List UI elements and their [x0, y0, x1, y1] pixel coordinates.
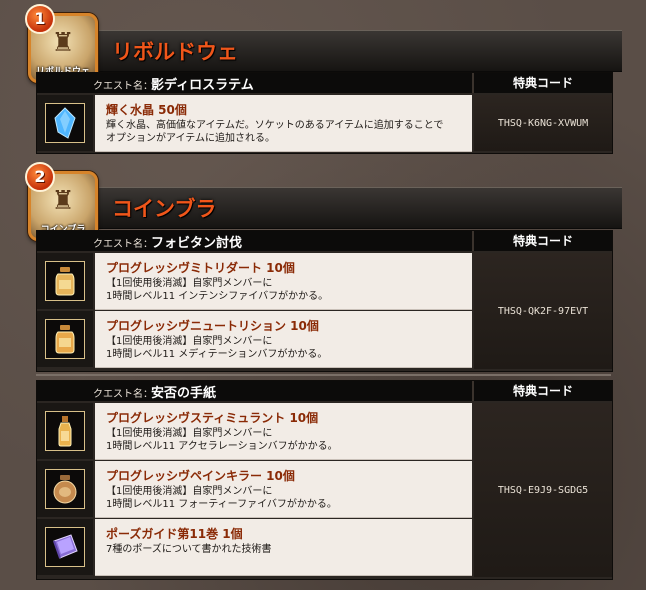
item-name: 輝く水晶 50個 — [106, 103, 187, 117]
coupon-code[interactable]: THSQ-QK2F-97EVT — [474, 253, 612, 369]
quest-table-1: クエスト名： 影ディロスラテム 特典コード 輝く水晶 50個 輝く水晶、高価値な… — [36, 72, 613, 154]
coupon-code[interactable]: THSQ-E9J9-SGDG5 — [474, 403, 612, 577]
divider — [36, 374, 611, 376]
code-header: 特典コード — [474, 231, 612, 251]
item-desc: 【1回使用後消滅】自家門メンバーに 1時間レベル11 アクセラレーションバフがか… — [106, 428, 338, 452]
item-name: プログレッシヴスティミュラント 10個 — [106, 411, 319, 425]
item-name: プログレッシヴニュートリション 10個 — [106, 319, 319, 333]
quest-header: クエスト名： 安否の手紙 — [37, 381, 474, 401]
quest-label: クエスト名： — [93, 389, 153, 400]
quest-table-3: クエスト名： 安否の手紙 特典コード プログレッシヴスティミュラント 10個 【… — [36, 380, 613, 580]
item-desc: 7種のポーズについて書かれた技術書 — [106, 544, 272, 555]
item-name: ポーズガイド第11巻 1個 — [106, 527, 243, 541]
item-row: プログレッシヴミトリダート 10個 【1回使用後消滅】自家門メンバーに 1時間レ… — [37, 253, 472, 310]
item-desc: 【1回使用後消滅】自家門メンバーに 1時間レベル11 メディテーションバフがかか… — [106, 336, 328, 360]
quest-header: クエスト名： フォビタン討伐 — [37, 231, 474, 251]
quest-label: クエスト名： — [93, 81, 153, 92]
quest-header: クエスト名： 影ディロスラテム — [37, 73, 474, 93]
item-name: プログレッシヴペインキラー 10個 — [106, 469, 295, 483]
potion-jar-icon — [45, 319, 85, 359]
castle-icon: ♜ — [51, 28, 75, 58]
section-banner-2: コインブラ — [30, 187, 622, 229]
quest-name: フォビタン討伐 — [151, 236, 243, 251]
item-row: プログレッシヴニュートリション 10個 【1回使用後消滅】自家門メンバーに 1時… — [37, 311, 472, 368]
crystal-icon — [45, 103, 85, 143]
potion-jar-icon — [45, 469, 85, 509]
code-header: 特典コード — [474, 73, 612, 93]
book-icon — [45, 527, 85, 567]
item-row: ポーズガイド第11巻 1個 7種のポーズについて書かれた技術書 — [37, 519, 472, 576]
quest-name: 安否の手紙 — [151, 386, 217, 401]
item-row: プログレッシヴペインキラー 10個 【1回使用後消滅】自家門メンバーに 1時間レ… — [37, 461, 472, 518]
castle-icon: ♜ — [51, 186, 75, 216]
item-row: 輝く水晶 50個 輝く水晶、高価値なアイテムだ。ソケットのあるアイテムに追加する… — [37, 95, 472, 152]
quest-label: クエスト名： — [93, 239, 153, 250]
item-desc: 【1回使用後消滅】自家門メンバーに 1時間レベル11 インテンシファイバフがかか… — [106, 278, 329, 302]
section-title: リボルドウェ — [112, 40, 238, 64]
quest-name: 影ディロスラテム — [151, 78, 254, 93]
potion-bottle-icon — [45, 411, 85, 451]
code-header: 特典コード — [474, 381, 612, 401]
item-row: プログレッシヴスティミュラント 10個 【1回使用後消滅】自家門メンバーに 1時… — [37, 403, 472, 460]
item-desc: 【1回使用後消滅】自家門メンバーに 1時間レベル11 フォーティーファイバフがか… — [106, 486, 337, 510]
potion-jar-icon — [45, 261, 85, 301]
coupon-code[interactable]: THSQ-K6NG-XVWUM — [474, 95, 612, 151]
item-name: プログレッシヴミトリダート 10個 — [106, 261, 295, 275]
section-title: コインブラ — [112, 197, 217, 221]
quest-table-2: クエスト名： フォビタン討伐 特典コード プログレッシヴミトリダート 10個 【… — [36, 230, 613, 372]
item-desc: 輝く水晶、高価値なアイテムだ。ソケットのあるアイテムに追加することで オプション… — [106, 120, 444, 144]
section-banner-1: リボルドウェ — [30, 30, 622, 72]
